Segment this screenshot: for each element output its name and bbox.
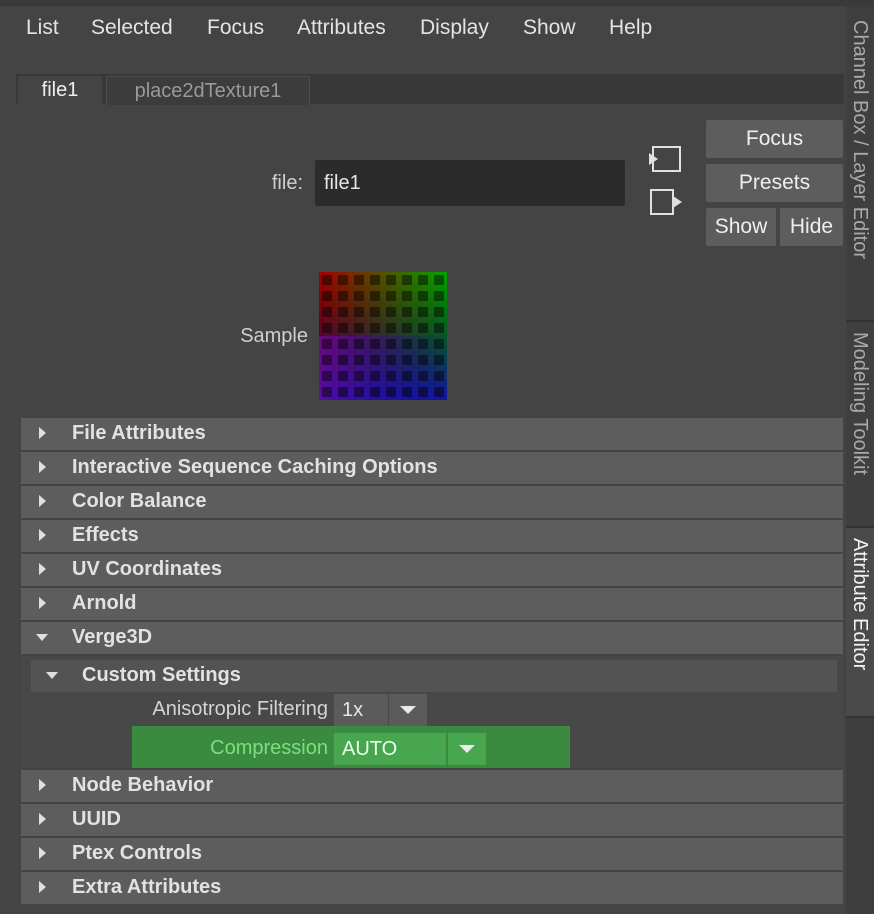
- section-title: Interactive Sequence Caching Options: [72, 456, 438, 478]
- section-title: Extra Attributes: [72, 876, 222, 898]
- side-tab-label: Attribute Editor: [849, 538, 871, 671]
- dropdown-value: AUTO: [334, 733, 446, 765]
- side-tab-channel-box[interactable]: Channel Box / Layer Editor: [846, 10, 874, 322]
- triangle-down-icon: [46, 672, 58, 679]
- triangle-right-icon: [39, 427, 46, 439]
- section-verge3d[interactable]: Verge3D: [21, 622, 843, 654]
- triangle-right-icon: [39, 563, 46, 575]
- compression-label: Compression: [210, 737, 328, 759]
- dropdown-value: 1x: [334, 694, 388, 726]
- side-tab-attribute-editor[interactable]: Attribute Editor: [846, 528, 874, 718]
- section-title: UV Coordinates: [72, 558, 223, 580]
- load-output-icon[interactable]: [646, 186, 686, 220]
- section-title: Verge3D: [72, 626, 153, 648]
- dropdown-arrow-icon: [448, 733, 486, 765]
- section-title: Custom Settings: [82, 664, 241, 686]
- side-tab-label: Modeling Toolkit: [849, 332, 871, 476]
- section-title: Arnold: [72, 592, 137, 614]
- section-uv-coordinates[interactable]: UV Coordinates: [21, 554, 843, 586]
- menu-focus[interactable]: Focus: [207, 16, 264, 40]
- triangle-right-icon: [39, 813, 46, 825]
- show-button[interactable]: Show: [706, 208, 776, 246]
- triangle-down-icon: [36, 634, 48, 641]
- section-file-attributes[interactable]: File Attributes: [21, 418, 843, 450]
- triangle-right-icon: [39, 597, 46, 609]
- anisotropic-filtering-dropdown[interactable]: 1x: [334, 694, 427, 726]
- section-node-behavior[interactable]: Node Behavior: [21, 770, 843, 802]
- focus-button[interactable]: Focus: [706, 120, 843, 158]
- dropdown-arrow-icon: [389, 694, 427, 726]
- anisotropic-filtering-label: Anisotropic Filtering: [152, 698, 328, 720]
- triangle-right-icon: [39, 847, 46, 859]
- section-title: Color Balance: [72, 490, 207, 512]
- section-color-balance[interactable]: Color Balance: [21, 486, 843, 518]
- sample-swatch: [319, 272, 447, 400]
- triangle-right-icon: [39, 495, 46, 507]
- node-tab-bar: file1 place2dTexture1: [16, 74, 844, 105]
- section-interactive-sequence-caching[interactable]: Interactive Sequence Caching Options: [21, 452, 843, 484]
- compression-dropdown[interactable]: AUTO: [334, 733, 486, 765]
- tab-file1[interactable]: file1: [18, 76, 102, 104]
- menu-help[interactable]: Help: [609, 16, 652, 40]
- menu-display[interactable]: Display: [420, 16, 489, 40]
- menu-selected[interactable]: Selected: [91, 16, 173, 40]
- load-input-icon[interactable]: [646, 143, 686, 177]
- section-ptex-controls[interactable]: Ptex Controls: [21, 838, 843, 870]
- menu-show[interactable]: Show: [523, 16, 576, 40]
- triangle-right-icon: [39, 529, 46, 541]
- section-title: Node Behavior: [72, 774, 214, 796]
- side-tab-modeling-toolkit[interactable]: Modeling Toolkit: [846, 322, 874, 528]
- section-uuid[interactable]: UUID: [21, 804, 843, 836]
- file-name-field[interactable]: file1: [315, 160, 625, 206]
- section-arnold[interactable]: Arnold: [21, 588, 843, 620]
- menu-attributes[interactable]: Attributes: [297, 16, 386, 40]
- section-custom-settings[interactable]: Custom Settings: [31, 660, 837, 692]
- section-title: Effects: [72, 524, 139, 546]
- hide-button[interactable]: Hide: [780, 208, 843, 246]
- section-title: File Attributes: [72, 422, 206, 444]
- section-extra-attributes[interactable]: Extra Attributes: [21, 872, 843, 904]
- section-effects[interactable]: Effects: [21, 520, 843, 552]
- triangle-right-icon: [39, 881, 46, 893]
- menu-list[interactable]: List: [26, 16, 59, 40]
- presets-button[interactable]: Presets: [706, 164, 843, 202]
- tab-place2dtexture1[interactable]: place2dTexture1: [106, 76, 310, 105]
- triangle-right-icon: [39, 461, 46, 473]
- file-label: file:: [271, 172, 303, 194]
- side-tab-label: Channel Box / Layer Editor: [849, 20, 871, 260]
- section-title: Ptex Controls: [72, 842, 203, 864]
- menu-bar: List Selected Focus Attributes Display S…: [8, 8, 846, 52]
- triangle-right-icon: [39, 779, 46, 791]
- section-title: UUID: [72, 808, 121, 830]
- sample-label: Sample: [240, 325, 308, 347]
